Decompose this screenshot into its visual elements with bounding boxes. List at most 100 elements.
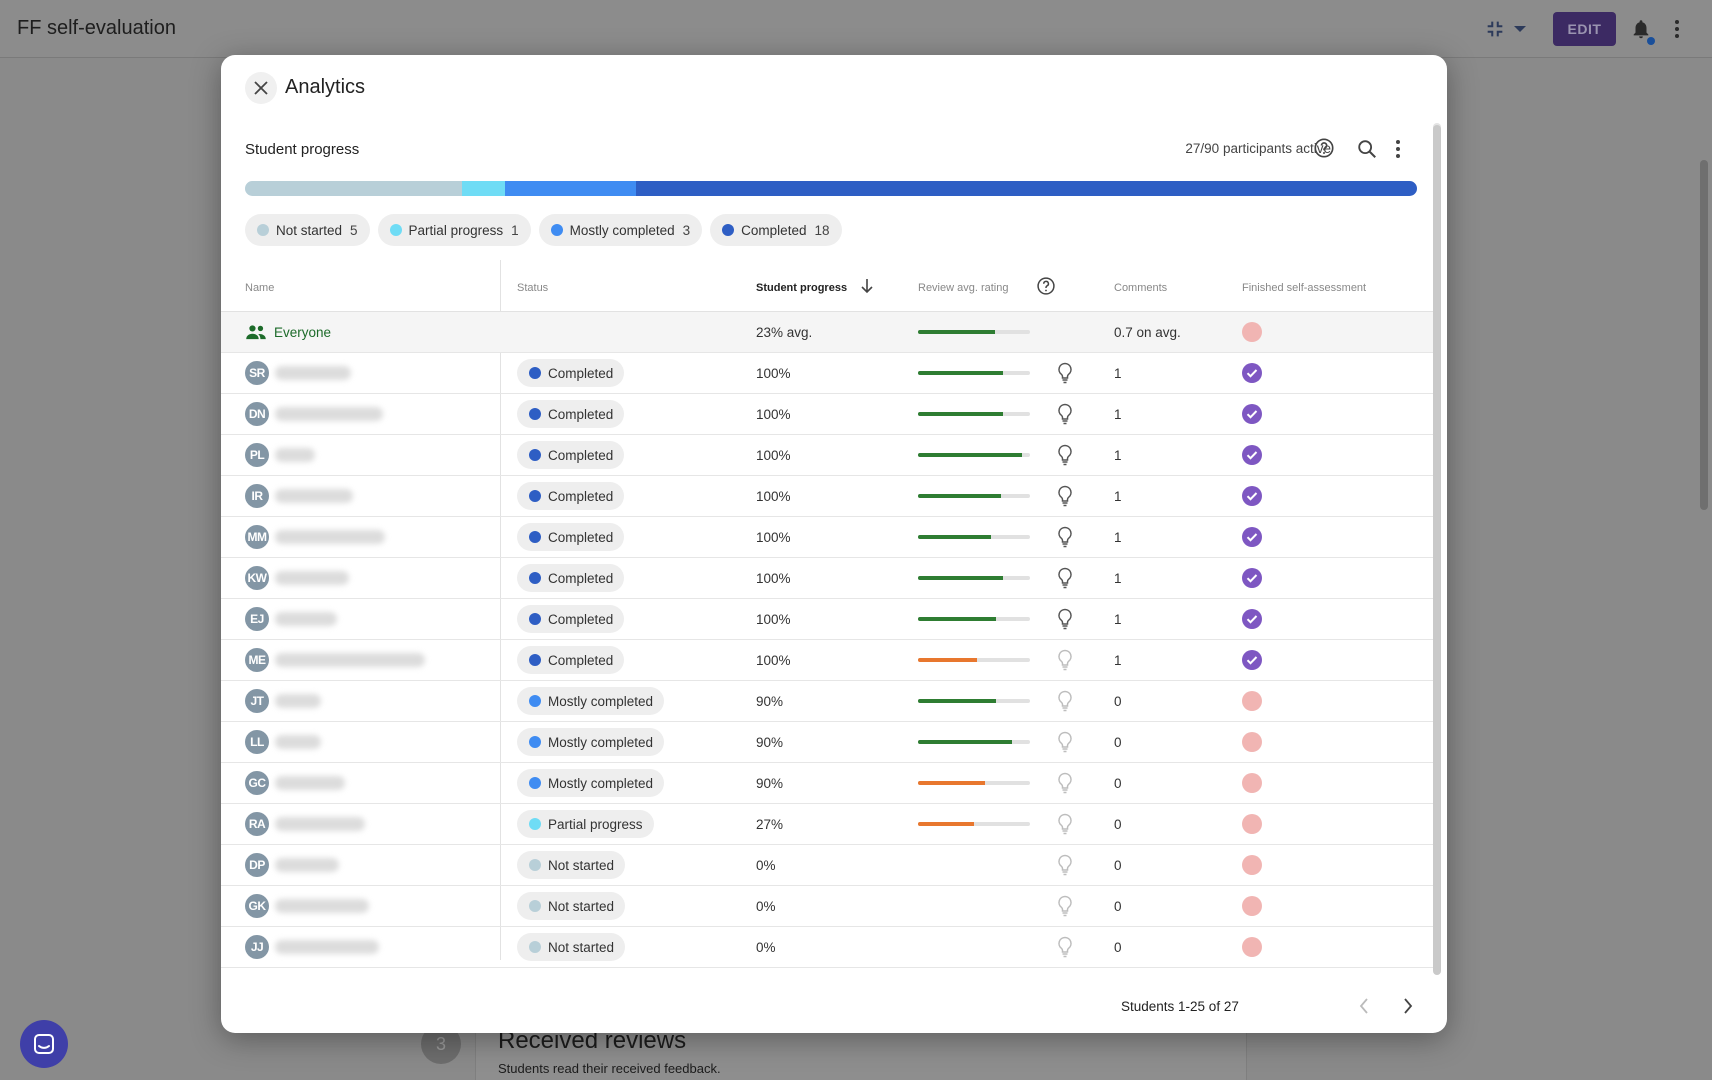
- student-name-redacted[interactable]: [275, 694, 321, 708]
- feedback-cell: [1057, 886, 1073, 926]
- chevron-down-icon[interactable]: [1513, 24, 1527, 34]
- table-row[interactable]: MM Completed 100% 1: [221, 517, 1433, 558]
- progress-cell: 90%: [756, 693, 784, 709]
- status-dot: [389, 224, 402, 236]
- table-row[interactable]: JT Mostly completed 90% 0: [221, 681, 1433, 722]
- table-row[interactable]: IR Completed 100% 1: [221, 476, 1433, 517]
- student-name-redacted[interactable]: [275, 530, 385, 544]
- lightbulb-icon[interactable]: [1057, 813, 1073, 835]
- progress-cell: 100%: [756, 529, 791, 545]
- legend-chip-partial[interactable]: Partial progress 1: [377, 214, 531, 246]
- table-row[interactable]: PL Completed 100% 1: [221, 435, 1433, 476]
- student-name-redacted[interactable]: [275, 571, 349, 585]
- progress-segment-not_started: [245, 181, 463, 196]
- close-button[interactable]: [245, 72, 277, 104]
- rating-bar-fill: [918, 740, 1013, 744]
- edit-button[interactable]: EDIT: [1553, 12, 1616, 46]
- lightbulb-icon[interactable]: [1057, 567, 1073, 589]
- column-header-status[interactable]: Status: [517, 282, 548, 294]
- chevron-right-icon[interactable]: [1400, 996, 1416, 1016]
- table-row[interactable]: DN Completed 100% 1: [221, 394, 1433, 435]
- comments-cell: 1: [1114, 570, 1122, 586]
- lightbulb-icon[interactable]: [1057, 772, 1073, 794]
- column-header-rating[interactable]: Review avg. rating: [918, 282, 1009, 294]
- lightbulb-icon[interactable]: [1057, 608, 1073, 630]
- lightbulb-icon[interactable]: [1057, 485, 1073, 507]
- column-header-finished[interactable]: Finished self-assessment: [1242, 282, 1366, 294]
- status-chip: Not started: [517, 892, 626, 920]
- student-name-redacted[interactable]: [275, 817, 365, 831]
- progress-legend: Not started 5 Partial progress 1 Mostly comp…: [245, 214, 842, 246]
- student-name-redacted[interactable]: [275, 489, 353, 503]
- collapse-icon[interactable]: [1484, 18, 1506, 40]
- table-row[interactable]: EJ Completed 100% 1: [221, 599, 1433, 640]
- lightbulb-icon[interactable]: [1057, 936, 1073, 958]
- student-name-redacted[interactable]: [275, 940, 379, 954]
- table-row[interactable]: GC Mostly completed 90% 0: [221, 763, 1433, 804]
- status-dot: [257, 224, 269, 236]
- lightbulb-icon[interactable]: [1057, 526, 1073, 548]
- student-name-redacted[interactable]: [275, 899, 369, 913]
- lightbulb-icon[interactable]: [1057, 362, 1073, 384]
- lightbulb-icon[interactable]: [1057, 690, 1073, 712]
- table-row[interactable]: RA Partial progress 27% 0: [221, 804, 1433, 845]
- student-name-redacted[interactable]: [275, 653, 425, 667]
- lightbulb-icon[interactable]: [1057, 444, 1073, 466]
- student-name-redacted[interactable]: [275, 735, 321, 749]
- notification-dot: [1647, 37, 1655, 45]
- table-row[interactable]: GK Not started 0% 0: [221, 886, 1433, 927]
- table-row[interactable]: SR Completed 100% 1: [221, 353, 1433, 394]
- more-vertical-icon[interactable]: [1674, 19, 1680, 39]
- feedback-cell: [1057, 476, 1073, 516]
- table-row[interactable]: ME Completed 100% 1: [221, 640, 1433, 681]
- finished-cell: [1242, 435, 1262, 475]
- lightbulb-icon[interactable]: [1057, 731, 1073, 753]
- student-name-redacted[interactable]: [275, 366, 351, 380]
- column-header-name[interactable]: Name: [245, 282, 274, 294]
- lightbulb-icon[interactable]: [1057, 854, 1073, 876]
- avatar: DN: [245, 402, 269, 426]
- table-row[interactable]: KW Completed 100% 1: [221, 558, 1433, 599]
- feedback-cell: [1057, 353, 1073, 393]
- student-name-redacted[interactable]: [275, 407, 383, 421]
- lightbulb-icon[interactable]: [1057, 403, 1073, 425]
- chat-launcher-button[interactable]: [20, 1020, 68, 1068]
- progress-cell: 0%: [756, 857, 776, 873]
- finished-cell: [1242, 312, 1262, 352]
- status-cell: Completed: [517, 558, 625, 598]
- table-row-everyone[interactable]: Everyone 23% avg. 0.7 on avg.: [221, 312, 1433, 353]
- legend-chip-mostly[interactable]: Mostly completed 3: [538, 214, 703, 246]
- search-icon[interactable]: [1356, 138, 1378, 160]
- legend-chip-not-started[interactable]: Not started 5: [245, 214, 370, 246]
- not-finished-indicator: [1242, 896, 1262, 916]
- rating-bar-fill: [918, 781, 986, 785]
- comments-cell: 1: [1114, 447, 1122, 463]
- legend-count: 3: [682, 222, 691, 238]
- page-scrollbar[interactable]: [1700, 160, 1708, 510]
- student-name-redacted[interactable]: [275, 776, 345, 790]
- status-label: Mostly completed: [548, 734, 654, 750]
- sort-descending-icon[interactable]: [860, 278, 874, 294]
- help-icon[interactable]: [1036, 276, 1056, 296]
- table-row[interactable]: DP Not started 0% 0: [221, 845, 1433, 886]
- rating-cell: [918, 353, 1030, 393]
- progress-cell: 100%: [756, 570, 791, 586]
- comments-cell: 0: [1114, 939, 1122, 955]
- name-cell: PL: [245, 435, 315, 475]
- table-row[interactable]: JJ Not started 0% 0: [221, 927, 1433, 968]
- pagination-label: Students 1-25 of 27: [1121, 999, 1239, 1014]
- column-header-comments[interactable]: Comments: [1114, 282, 1167, 294]
- student-name-redacted[interactable]: [275, 858, 339, 872]
- lightbulb-icon[interactable]: [1057, 649, 1073, 671]
- help-icon[interactable]: [1313, 137, 1335, 159]
- table-row[interactable]: LL Mostly completed 90% 0: [221, 722, 1433, 763]
- lightbulb-icon[interactable]: [1057, 895, 1073, 917]
- column-header-progress[interactable]: Student progress: [756, 282, 847, 294]
- student-name-redacted[interactable]: [275, 448, 315, 462]
- more-vertical-icon[interactable]: [1395, 139, 1401, 159]
- dialog-scrollbar-thumb[interactable]: [1433, 125, 1441, 975]
- chevron-left-icon[interactable]: [1356, 996, 1372, 1016]
- legend-chip-completed[interactable]: Completed 18: [710, 214, 842, 246]
- student-name-redacted[interactable]: [275, 612, 337, 626]
- finished-cell: [1242, 476, 1262, 516]
